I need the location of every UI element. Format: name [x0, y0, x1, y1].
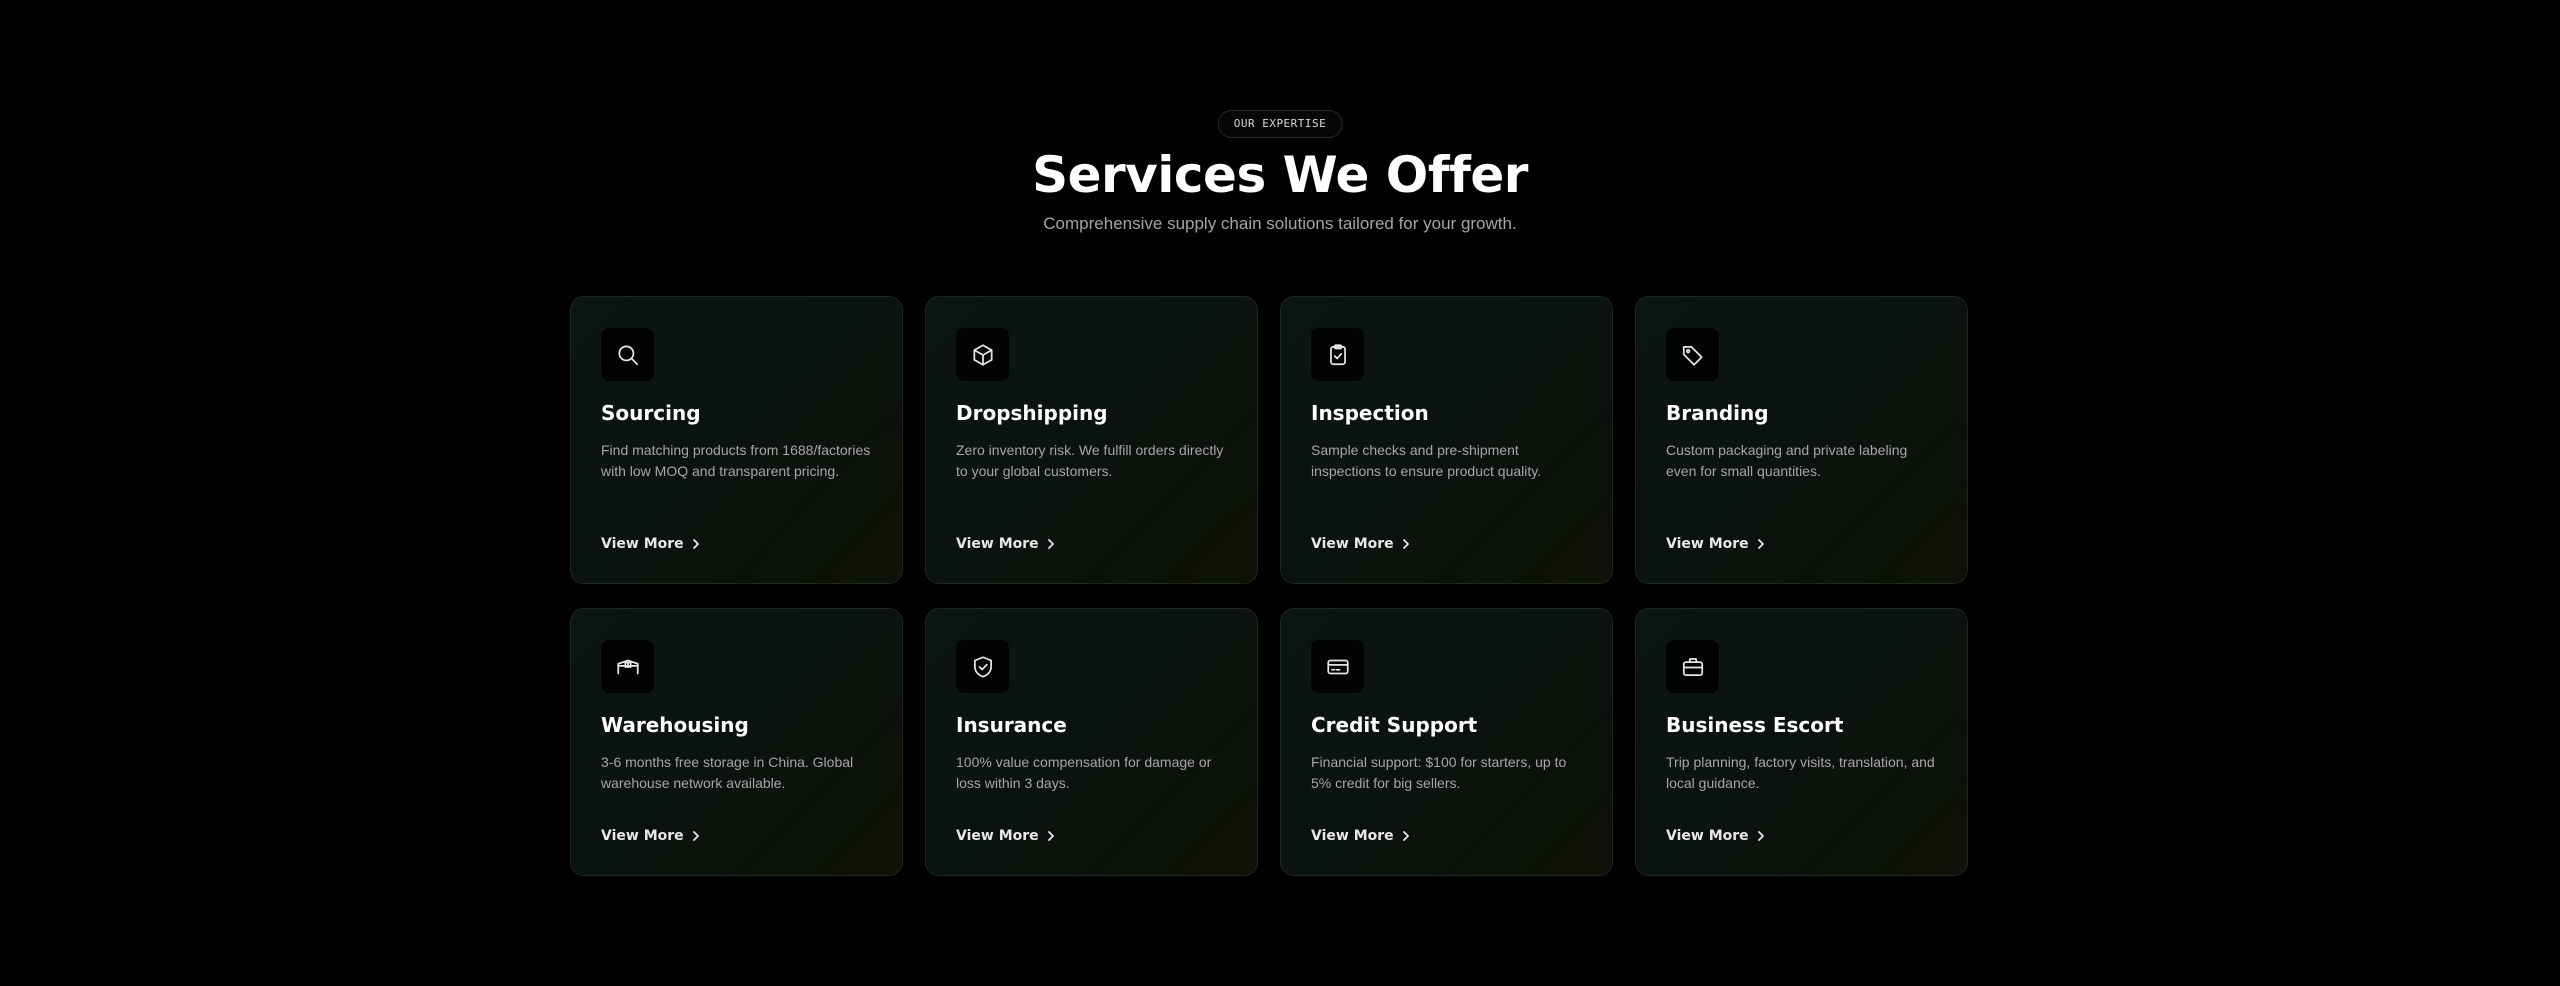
service-card-title: Insurance [956, 713, 1067, 737]
service-card-title: Business Escort [1666, 713, 1844, 737]
chevron-right-icon [1401, 831, 1411, 841]
services-section: OUR EXPERTISE Services We Offer Comprehe… [0, 0, 2560, 986]
shield-check-icon [956, 640, 1009, 693]
chevron-right-icon [1756, 831, 1766, 841]
view-more-link[interactable]: View More [1311, 827, 1411, 845]
chevron-right-icon [1046, 539, 1056, 549]
service-card-description: 3-6 months free storage in China. Global… [601, 754, 854, 791]
warehouse-icon [601, 640, 654, 693]
view-more-label: View More [1311, 828, 1394, 844]
chevron-right-icon [1401, 539, 1411, 549]
section-subtitle: Comprehensive supply chain solutions tai… [1043, 214, 1517, 233]
view-more-link[interactable]: View More [601, 827, 701, 845]
section-title: Services We Offer [1032, 146, 1528, 204]
chevron-right-icon [691, 831, 701, 841]
service-card-title: Dropshipping [956, 401, 1108, 425]
view-more-link[interactable]: View More [1666, 535, 1766, 553]
service-card-sourcing[interactable]: Sourcing Find matching products from 168… [570, 296, 903, 584]
service-card-description: Find matching products from 1688/factori… [601, 442, 871, 479]
service-card-description: Custom packaging and private labeling ev… [1666, 442, 1908, 479]
service-card-description: 100% value compensation for damage or lo… [956, 754, 1212, 791]
chevron-right-icon [691, 539, 701, 549]
view-more-label: View More [601, 536, 684, 552]
service-card-title: Credit Support [1311, 713, 1478, 737]
service-card-description: Sample checks and pre-shipment inspectio… [1311, 442, 1542, 479]
chevron-right-icon [1046, 831, 1056, 841]
view-more-link[interactable]: View More [956, 535, 1056, 553]
search-icon [601, 328, 654, 381]
box-icon [956, 328, 1009, 381]
service-card-description: Financial support: $100 for starters, up… [1311, 754, 1567, 791]
service-card-business-escort[interactable]: Business Escort Trip planning, factory v… [1635, 608, 1968, 876]
view-more-label: View More [956, 536, 1039, 552]
service-card-inspection[interactable]: Inspection Sample checks and pre-shipmen… [1280, 296, 1613, 584]
credit-card-icon [1311, 640, 1364, 693]
service-card-insurance[interactable]: Insurance 100% value compensation for da… [925, 608, 1258, 876]
view-more-label: View More [1666, 828, 1749, 844]
section-eyebrow-badge: OUR EXPERTISE [1217, 110, 1343, 138]
view-more-label: View More [1311, 536, 1394, 552]
service-card-credit-support[interactable]: Credit Support Financial support: $100 f… [1280, 608, 1613, 876]
service-card-dropshipping[interactable]: Dropshipping Zero inventory risk. We ful… [925, 296, 1258, 584]
service-card-description: Zero inventory risk. We fulfill orders d… [956, 442, 1224, 479]
view-more-label: View More [956, 828, 1039, 844]
briefcase-icon [1666, 640, 1719, 693]
view-more-label: View More [601, 828, 684, 844]
tag-icon [1666, 328, 1719, 381]
service-card-title: Inspection [1311, 401, 1429, 425]
service-card-description: Trip planning, factory visits, translati… [1666, 754, 1935, 791]
chevron-right-icon [1756, 539, 1766, 549]
service-card-branding[interactable]: Branding Custom packaging and private la… [1635, 296, 1968, 584]
service-card-title: Warehousing [601, 713, 749, 737]
service-card-warehousing[interactable]: Warehousing 3-6 months free storage in C… [570, 608, 903, 876]
view-more-link[interactable]: View More [601, 535, 701, 553]
view-more-label: View More [1666, 536, 1749, 552]
service-card-title: Sourcing [601, 401, 701, 425]
services-grid: Sourcing Find matching products from 168… [570, 296, 1969, 876]
service-card-title: Branding [1666, 401, 1769, 425]
view-more-link[interactable]: View More [1311, 535, 1411, 553]
view-more-link[interactable]: View More [1666, 827, 1766, 845]
clipboard-check-icon [1311, 328, 1364, 381]
view-more-link[interactable]: View More [956, 827, 1056, 845]
